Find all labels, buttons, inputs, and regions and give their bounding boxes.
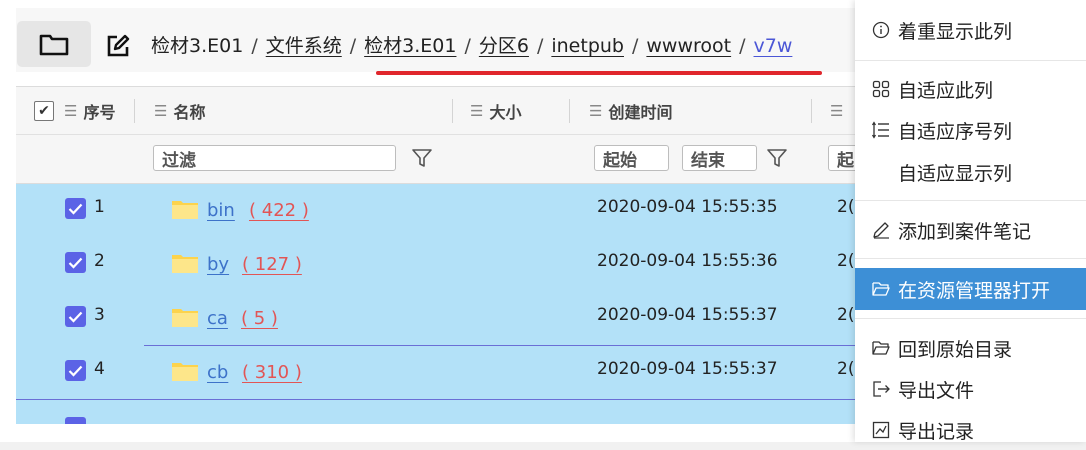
menu-lines-icon: ☰ <box>154 101 168 120</box>
column-next[interactable]: ☰ <box>830 87 849 134</box>
pen-icon <box>870 219 892 241</box>
item-count[interactable]: ( 422 ) <box>249 200 309 221</box>
context-menu: 着重显示此列 自适应此列 自适应序号列 自适应显示列 添加到案件笔记 在资源管理… <box>855 0 1086 443</box>
menu-item-back-to-original-dir[interactable]: 回到原始目录 <box>855 328 1086 368</box>
breadcrumb-item-filesystem[interactable]: 文件系统 <box>266 35 342 57</box>
row-checkbox[interactable] <box>65 306 86 327</box>
breadcrumb-item-v7w[interactable]: v7w <box>754 35 793 57</box>
created-time: 2020-09-04 15:55:37 <box>597 305 778 325</box>
grid-icon <box>870 78 892 100</box>
item-count[interactable]: ( 5 ) <box>241 308 278 329</box>
folder-icon <box>172 201 198 219</box>
table-row[interactable]: 2 by ( 127 ) 2020-09-04 15:55:36 2( <box>16 238 855 292</box>
row-border <box>16 399 855 400</box>
horizontal-scrollbar[interactable] <box>16 424 855 437</box>
export-icon <box>870 378 892 400</box>
next-col-value: 2( <box>837 251 855 271</box>
select-all-checkbox[interactable]: ✔ <box>34 101 54 121</box>
created-time: 2020-09-04 15:55:36 <box>597 251 778 271</box>
table-row[interactable]: 3 ca ( 5 ) 2020-09-04 15:55:37 2( <box>16 292 855 346</box>
breadcrumb-item-partition[interactable]: 分区6 <box>479 35 529 57</box>
menu-item-autofit-index-column[interactable]: 自适应序号列 <box>855 110 1086 150</box>
folder-name-link[interactable]: cb <box>207 362 228 383</box>
folder-name-link[interactable]: by <box>207 254 229 275</box>
menu-lines-icon: ☰ <box>830 101 844 120</box>
breadcrumb-item-wwwroot[interactable]: wwwroot <box>646 35 731 57</box>
next-col-value: 2( <box>837 305 855 325</box>
folder-icon <box>172 363 198 381</box>
row-number: 4 <box>94 359 105 379</box>
grid-header: ✔ ☰ 序号 ☰ 名称 ☰ 大小 ☰ 创建时间 ☰ <box>16 87 855 135</box>
menu-item-open-in-explorer[interactable]: 在资源管理器打开 <box>855 268 1086 310</box>
open-folder-button[interactable] <box>17 21 91 67</box>
menu-item-add-to-case-notes[interactable]: 添加到案件笔记 <box>855 210 1086 250</box>
row-checkbox[interactable] <box>65 360 86 381</box>
breadcrumb-item-image[interactable]: 检材3.E01 <box>364 35 456 57</box>
folder-open-icon <box>870 278 892 300</box>
menu-item-export-files[interactable]: 导出文件 <box>855 369 1086 409</box>
item-count[interactable]: ( 127 ) <box>242 254 302 275</box>
table-row[interactable]: 4 cb ( 310 ) 2020-09-04 15:55:37 2( <box>16 346 855 400</box>
column-size[interactable]: ☰ 大小 <box>470 87 521 134</box>
item-count[interactable]: ( 310 ) <box>242 362 302 383</box>
next-filter-input[interactable]: 起 <box>828 145 855 171</box>
menu-item-highlight-column[interactable]: 着重显示此列 <box>855 10 1086 50</box>
filter-icon[interactable] <box>411 147 433 171</box>
created-time: 2020-09-04 15:55:35 <box>597 197 778 217</box>
menu-lines-icon: ☰ <box>64 101 78 120</box>
row-checkbox[interactable] <box>65 198 86 219</box>
created-start-input[interactable]: 起始 <box>594 145 669 171</box>
created-time: 2020-09-04 15:55:37 <box>597 359 778 379</box>
row-number: 1 <box>94 197 105 217</box>
record-icon <box>870 419 892 441</box>
name-filter-input[interactable]: 过滤 <box>153 145 396 171</box>
row-checkbox[interactable] <box>65 252 86 273</box>
created-end-input[interactable]: 结束 <box>682 145 757 171</box>
filter-row: 过滤 起始 结束 起 <box>16 135 855 184</box>
menu-item-export-records[interactable]: 导出记录 <box>855 410 1086 450</box>
column-created[interactable]: ☰ 创建时间 <box>589 87 672 134</box>
row-number: 3 <box>94 305 105 325</box>
grid-rows: 1 bin ( 422 ) 2020-09-04 15:55:35 2( 2 b… <box>16 184 855 424</box>
folder-name-link[interactable]: ca <box>207 308 228 329</box>
folder-icon <box>172 255 198 273</box>
folder-icon <box>870 337 892 359</box>
menu-lines-icon: ☰ <box>589 101 603 120</box>
list-number-icon <box>870 119 892 141</box>
next-col-value: 2( <box>837 197 855 217</box>
column-index[interactable]: ☰ 序号 <box>64 87 115 134</box>
info-icon <box>870 19 892 41</box>
breadcrumb-item-evidence: 检材3.E01 <box>151 35 244 57</box>
filter-icon[interactable] <box>766 147 788 171</box>
folder-icon <box>39 34 69 56</box>
breadcrumb: 检材3.E01/文件系统 / 检材3.E01/分区6/inetpub / wwwroot… <box>151 35 793 57</box>
toolbar: 检材3.E01/文件系统 / 检材3.E01/分区6/inetpub / wwwroot… <box>16 8 855 72</box>
menu-item-autofit-column[interactable]: 自适应此列 <box>855 69 1086 109</box>
row-number: 2 <box>94 251 105 271</box>
file-browser-panel: 检材3.E01/文件系统 / 检材3.E01/分区6/inetpub / wwwroot… <box>0 0 855 442</box>
menu-item-autofit-visible-columns[interactable]: 自适应显示列 <box>855 152 1086 192</box>
folder-name-link[interactable]: bin <box>207 200 235 221</box>
edit-path-icon[interactable] <box>104 32 132 60</box>
red-annotation-underline <box>376 71 822 75</box>
menu-lines-icon: ☰ <box>470 101 484 120</box>
next-col-value: 2( <box>837 359 855 379</box>
table-row[interactable]: 1 bin ( 422 ) 2020-09-04 15:55:35 2( <box>16 184 855 238</box>
column-name[interactable]: ☰ 名称 <box>154 87 205 134</box>
folder-icon <box>172 309 198 327</box>
breadcrumb-item-inetpub[interactable]: inetpub <box>551 35 624 57</box>
file-grid: ✔ ☰ 序号 ☰ 名称 ☰ 大小 ☰ 创建时间 ☰ 过滤 起始 结束 起 1 b… <box>16 86 855 437</box>
